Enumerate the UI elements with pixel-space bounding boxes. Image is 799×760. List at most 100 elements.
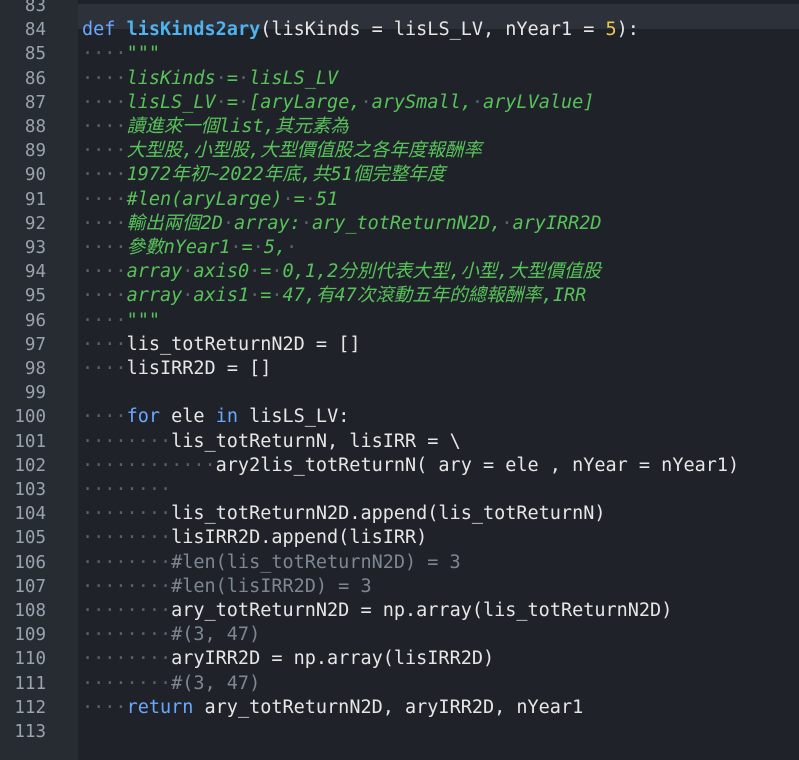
whitespace-marker: ···· [82, 140, 127, 162]
whitespace-marker: ···· [82, 237, 127, 258]
code-line[interactable]: ········ary_totReturnN2D = np.array(lis_… [82, 599, 672, 623]
whitespace-marker: ···· [82, 67, 127, 89]
code-token: 大型股,小型股,大型價值股之各年度報酬率 [126, 140, 482, 162]
code-token: axis1 [193, 285, 250, 307]
code-token: def [82, 19, 127, 41]
whitespace-marker: ···· [82, 212, 127, 234]
code-line[interactable]: ····參數nYear1·=·5,· [82, 236, 297, 260]
code-token: np.array(lisIRR2D) [282, 648, 495, 670]
code-token: return [126, 696, 194, 718]
code-line[interactable]: def lisKinds2ary(lisKinds = lisLS_LV, nY… [82, 18, 639, 42]
line-number: 105 [14, 528, 46, 549]
code-token: lis_totReturnN, lisIRR [171, 430, 428, 452]
code-line[interactable]: ········lis_totReturnN2D.append(lis_totR… [82, 502, 606, 526]
code-token: for [126, 406, 160, 428]
code-token: """ [126, 309, 160, 331]
code-token: = [226, 67, 238, 89]
code-token: """ [126, 43, 160, 65]
code-token: = [315, 333, 328, 355]
code-editor[interactable]: 83 84 def lisKinds2ary(lisKinds = lisLS_LV… [0, 0, 799, 760]
code-token: = [271, 648, 283, 670]
whitespace-marker: ···· [82, 696, 127, 718]
code-token: ary_totReturnN2D [171, 600, 361, 621]
line-number: 107 [14, 576, 46, 597]
line-number: 113 [14, 722, 46, 742]
whitespace-marker: ········ [82, 600, 172, 621]
code-line[interactable]: ····lis_totReturnN2D = [] [82, 333, 372, 357]
code-line[interactable]: ········lis_totReturnN, lisIRR = \ [82, 430, 461, 454]
code-token: lisLS_LV [126, 91, 216, 113]
code-line[interactable]: ········aryIRR2D = np.array(lisIRR2D) [82, 647, 494, 671]
whitespace-marker: · [282, 188, 294, 210]
whitespace-marker: ········ [82, 527, 172, 549]
whitespace-marker: · [360, 91, 372, 113]
code-token: ary2lis_totReturnN( ary [215, 454, 483, 476]
line-number: 84 [24, 20, 46, 41]
code-line[interactable]: ········#(3, 47) [82, 672, 260, 696]
code-token: lisKinds2ary [126, 19, 261, 41]
line-number: 91 [24, 189, 46, 210]
whitespace-marker: · [215, 91, 227, 113]
line-number: 98 [24, 359, 46, 379]
code-line[interactable]: ········#len(lisIRR2D) = 3 [82, 575, 372, 599]
code-line[interactable]: ····1972年初~2022年底,共51個完整年度 [82, 163, 445, 187]
code-token: aryIRR2D [512, 212, 602, 234]
code-token: = [226, 91, 238, 113]
line-number: 108 [14, 601, 46, 621]
line-number: 87 [24, 92, 46, 113]
code-token: 1972年初~2022年底,共51個完整年度 [126, 164, 446, 186]
whitespace-marker: ···· [82, 406, 127, 428]
whitespace-marker: ········ [82, 648, 172, 670]
code-token: #(3, 47) [171, 672, 261, 694]
code-token: lisLS_LV, nYear1 [382, 19, 584, 41]
line-number: 86 [24, 68, 46, 89]
whitespace-marker: ···· [82, 333, 127, 355]
whitespace-marker: ········ [82, 551, 172, 573]
code-line[interactable]: ········lisIRR2D.append(lisIRR) [82, 526, 427, 550]
code-line[interactable]: ····讀進來一個list,其元素為 [82, 115, 349, 139]
code-line[interactable]: ····""" [82, 309, 160, 333]
code-token: = [293, 188, 305, 210]
code-token: #len(lisIRR2D) = 3 [171, 575, 372, 597]
code-line[interactable]: ····#len(aryLarge)·=·51 [82, 188, 338, 212]
code-line[interactable]: ····""" [82, 42, 160, 66]
code-token: = [638, 454, 651, 476]
whitespace-marker: · [230, 237, 242, 258]
line-number: 92 [24, 213, 46, 234]
whitespace-marker: · [249, 261, 261, 283]
code-line[interactable]: ····輸出兩個2D·array:·ary_totReturnN2D,·aryI… [82, 212, 602, 236]
whitespace-marker: ············ [82, 454, 216, 476]
code-token: aryLValue] [483, 91, 595, 113]
code-token: ary_totReturnN2D, aryIRR2D, nYear1 [193, 696, 584, 718]
code-line[interactable]: ····大型股,小型股,大型價值股之各年度報酬率 [82, 139, 482, 163]
code-token: array: [233, 212, 301, 234]
code-line[interactable]: ····for ele in lisLS_LV: [82, 405, 349, 429]
whitespace-marker: ········ [82, 503, 172, 525]
code-token: #len(lis_totReturnN2D) = 3 [171, 551, 461, 573]
code-line[interactable]: ····lisIRR2D = [] [82, 357, 271, 381]
code-token: ele [159, 406, 216, 428]
code-token: 讀進來一個list,其元素為 [126, 116, 349, 137]
code-token: = [427, 430, 439, 452]
code-line[interactable]: ····return ary_totReturnN2D, aryIRR2D, n… [82, 696, 583, 720]
whitespace-marker: · [222, 212, 234, 234]
code-line[interactable]: ····lisLS_LV·=·[aryLarge,·arySmall,·aryL… [82, 91, 594, 115]
line-number: 90 [24, 165, 46, 186]
code-line[interactable]: ········#len(lis_totReturnN2D) = 3 [82, 551, 461, 575]
line-number: 110 [14, 649, 46, 670]
code-token: ele , nYear [494, 454, 639, 476]
whitespace-marker: ···· [82, 91, 127, 113]
line-number: 101 [14, 431, 46, 452]
code-token: array [126, 261, 183, 283]
code-line[interactable]: ····lisKinds·=·lisLS_LV [82, 67, 338, 91]
code-token: np.array(lis_totReturnN2D) [371, 600, 673, 621]
code-token: = [260, 285, 272, 307]
code-line[interactable]: ············ary2lis_totReturnN( ary = el… [82, 454, 739, 478]
code-line[interactable]: ····array·axis0·=·0,1,2分別代表大型,小型,大型價值股 [82, 260, 601, 284]
code-line[interactable]: ········#(3, 47) [82, 623, 260, 647]
whitespace-marker: ···· [82, 285, 127, 307]
code-line[interactable]: ····array·axis1·=·47,有47次滾動五年的總報酬率,IRR [82, 284, 586, 308]
whitespace-marker: · [286, 237, 298, 258]
code-line[interactable]: ········ [82, 478, 171, 502]
line-number: 111 [14, 673, 46, 694]
